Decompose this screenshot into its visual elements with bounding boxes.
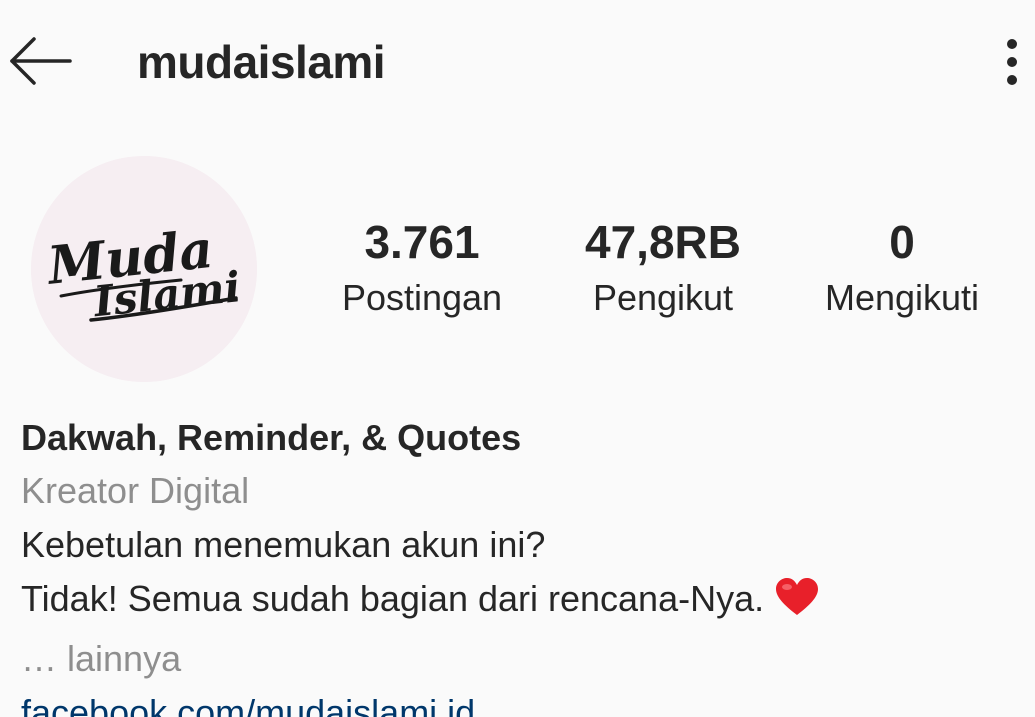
more-vertical-icon [1007, 39, 1017, 85]
heart-icon [774, 577, 820, 632]
stat-followers-value: 47,8RB [585, 216, 741, 268]
bio-website-link[interactable]: facebook.com/mudaislami.id [21, 686, 1021, 717]
stat-followers[interactable]: 47,8RB Pengikut [563, 214, 763, 320]
profile-username: mudaislami [137, 36, 386, 88]
stat-following-label: Mengikuti [824, 277, 980, 318]
profile-avatar[interactable]: Muda Islami [31, 156, 257, 382]
bio-text-line: Tidak! Semua sudah bagian dari rencana-N… [21, 578, 765, 619]
muda-islami-logo: Muda Islami [31, 156, 257, 382]
back-button[interactable] [8, 36, 74, 86]
bio-more-link[interactable]: … lainnya [21, 632, 1021, 686]
stat-posts-value: 3.761 [364, 216, 480, 268]
arrow-left-icon [10, 37, 72, 85]
bio-category: Kreator Digital [21, 470, 250, 511]
bio-text-line-with-emoji: Tidak! Semua sudah bagian dari rencana-N… [21, 572, 1021, 632]
stat-following[interactable]: 0 Mengikuti [802, 214, 1002, 320]
stat-followers-label: Pengikut [592, 277, 734, 318]
bio-display-name: Dakwah, Reminder, & Quotes [21, 417, 522, 458]
stat-posts[interactable]: 3.761 Postingan [322, 214, 522, 320]
profile-bio: Dakwah, Reminder, & Quotes Kreator Digit… [21, 412, 1021, 717]
more-options-button[interactable] [1001, 38, 1023, 86]
profile-screen: mudaislami Muda Islami 3.761 Postingan 4… [0, 0, 1035, 717]
bio-text-line: Kebetulan menemukan akun ini? [21, 524, 546, 565]
stat-following-value: 0 [889, 216, 915, 268]
stat-posts-label: Postingan [341, 277, 503, 318]
